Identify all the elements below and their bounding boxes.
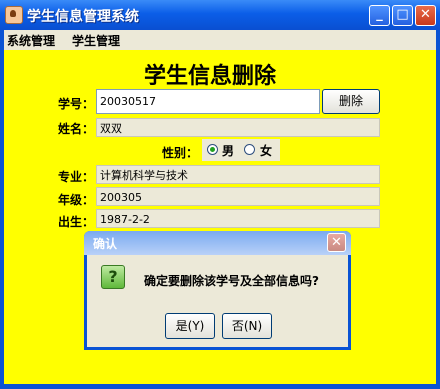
gender-female-radio[interactable] <box>244 144 255 155</box>
gender-label: 性别： <box>162 146 199 160</box>
birth-field: 1987-2-2 <box>96 209 380 228</box>
gender-female-label[interactable]: 女 <box>260 142 272 159</box>
question-icon: ? <box>101 265 125 289</box>
dialog-message: 确定要删除该学号及全部信息吗? <box>144 274 319 288</box>
major-label: 专业： <box>58 170 95 184</box>
menu-system[interactable]: 系统管理 <box>7 32 55 49</box>
student-id-input[interactable]: 20030517 <box>96 89 320 114</box>
close-button[interactable]: ✕ <box>415 5 436 26</box>
title-bar[interactable]: 学生信息管理系统 _ □ ✕ <box>0 0 440 30</box>
minimize-button[interactable]: _ <box>369 5 390 26</box>
dialog-body: ? 确定要删除该学号及全部信息吗? 是(Y) 否(N) <box>87 255 348 347</box>
gender-group: 男 女 <box>202 139 280 161</box>
dialog-close-button[interactable]: ✕ <box>327 233 346 252</box>
minimize-icon: _ <box>376 7 383 22</box>
grade-field: 200305 <box>96 187 380 206</box>
no-button[interactable]: 否(N) <box>222 313 272 339</box>
maximize-button[interactable]: □ <box>392 5 413 26</box>
close-icon: ✕ <box>420 7 431 22</box>
gender-male-radio[interactable] <box>207 144 218 155</box>
gender-male-label[interactable]: 男 <box>222 142 234 159</box>
menu-student[interactable]: 学生管理 <box>72 32 120 49</box>
app-icon <box>5 6 23 24</box>
page-title: 学生信息删除 <box>144 64 277 89</box>
dialog-title: 确认 <box>93 237 118 251</box>
grade-label: 年级： <box>58 193 95 207</box>
major-field: 计算机科学与技术 <box>96 165 380 184</box>
yes-button[interactable]: 是(Y) <box>165 313 215 339</box>
delete-button[interactable]: 删除 <box>322 89 380 114</box>
close-icon: ✕ <box>331 235 342 250</box>
maximize-icon: □ <box>396 7 409 22</box>
dialog-title-bar[interactable]: 确认 ✕ <box>84 231 351 255</box>
birth-label: 出生： <box>58 215 95 229</box>
menu-bar: 系统管理 学生管理 <box>4 30 436 50</box>
name-field: 双双 <box>96 118 380 137</box>
window-bottom-border <box>0 384 440 389</box>
name-label: 姓名： <box>58 122 95 136</box>
window-title: 学生信息管理系统 <box>27 9 139 25</box>
confirm-dialog: 确认 ✕ ? 确定要删除该学号及全部信息吗? 是(Y) 否(N) <box>84 231 351 350</box>
student-id-label: 学号： <box>58 97 95 111</box>
